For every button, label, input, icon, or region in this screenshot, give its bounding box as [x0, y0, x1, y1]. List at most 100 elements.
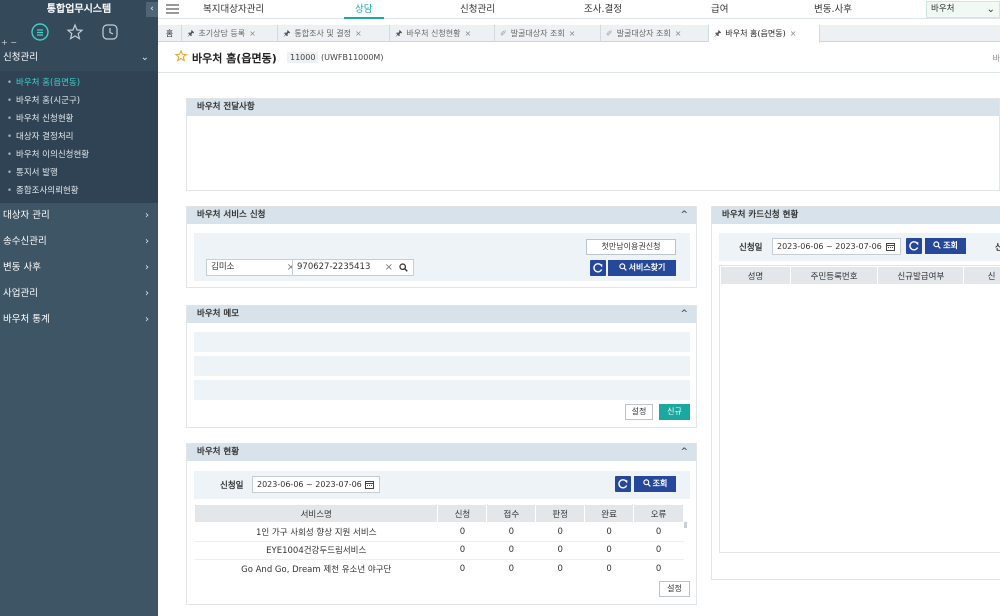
refresh-button[interactable] [906, 238, 922, 254]
calendar-icon[interactable] [365, 480, 374, 489]
date-range-input[interactable]: 2023-06-06 ~ 2023-07-06 [772, 238, 901, 255]
sidebar-menu-label: 대상자 관리 [3, 210, 50, 221]
clear-icon[interactable]: × [385, 260, 393, 275]
panel-header: 바우처 전달사항 [187, 99, 999, 116]
sidebar-item-voucher-home-sigungu[interactable]: • 바우처 홈(시군구) [0, 92, 158, 110]
table-cell: 0 [633, 559, 684, 576]
pin-icon: 🖈 [283, 29, 291, 38]
sidebar-item-label: 대상자 결정처리 [16, 132, 74, 142]
tab-home[interactable]: 홈 [158, 25, 182, 42]
table-row[interactable]: Go And Go, Dream 제천 유소년 야구단 0 0 0 0 0 [194, 559, 684, 576]
topnav-survey-decision[interactable]: 조사.결정 [584, 0, 622, 19]
system-title-text: 통합업무시스템 [46, 4, 112, 15]
close-icon[interactable]: × [675, 29, 682, 38]
collapse-toggle-icon[interactable]: ^ [680, 207, 688, 224]
find-service-button[interactable]: 서비스찾기 [608, 260, 676, 276]
favorite-star-icon[interactable] [175, 50, 187, 62]
collapse-toggle-icon[interactable]: ^ [680, 306, 688, 323]
close-icon[interactable]: × [569, 29, 576, 38]
table-cell: 0 [437, 541, 487, 560]
table-row[interactable]: EYE1004건강두드림서비스 0 0 0 0 0 [194, 541, 684, 560]
tab-integrated-survey[interactable]: 🖈 통합조사 및 결정 × [278, 25, 390, 42]
search-icon[interactable] [399, 263, 408, 272]
column-header[interactable]: 신 [963, 266, 1000, 285]
sidebar-collapse-button[interactable]: ‹ [146, 2, 158, 17]
column-header[interactable]: 신청 [437, 504, 488, 523]
memo-row[interactable] [194, 380, 690, 400]
memo-row[interactable] [194, 332, 690, 352]
page-header-right-text: 바 [992, 54, 1000, 63]
refresh-button[interactable] [590, 260, 606, 276]
business-select[interactable]: 바우처 ⌄ [926, 1, 1000, 18]
sidebar-menu-statistics[interactable]: 바우처 통계 › [0, 307, 158, 333]
sidebar-item-voucher-applications[interactable]: • 바우처 신청현황 [0, 110, 158, 128]
tab-label: 초기상담 등록 [198, 29, 246, 38]
table-cell: 0 [486, 559, 536, 576]
date-range-input[interactable]: 2023-06-06 ~ 2023-07-06 [252, 476, 380, 493]
refresh-icon [909, 241, 919, 251]
table-header-row: 성명 주민등록번호 신규발급여부 신 [720, 266, 1000, 285]
close-icon[interactable]: × [355, 29, 362, 38]
column-header[interactable]: 신규발급여부 [877, 266, 965, 285]
status-settings-button[interactable]: 설정 [659, 581, 690, 597]
column-header[interactable]: 오류 [633, 504, 684, 523]
tab-discovered-target-1[interactable]: ✐ 발굴대상자 조회 × [495, 25, 601, 42]
column-header[interactable]: 서비스명 [194, 504, 439, 523]
column-header[interactable]: 주민등록번호 [789, 266, 879, 285]
sidebar-item-notice-issue[interactable]: • 통지서 발행 [0, 164, 158, 182]
sidebar-item-voucher-home-eup[interactable]: • 바우처 홈(읍면동) [0, 74, 158, 92]
topnav-application[interactable]: 신청관리 [460, 0, 495, 19]
memo-new-button[interactable]: 신규 [659, 404, 690, 420]
column-header[interactable]: 접수 [486, 504, 537, 523]
sidebar-menu-target-management[interactable]: 대상자 관리 › [0, 203, 158, 229]
close-icon[interactable]: × [464, 29, 471, 38]
tab-label: 바우처 신청현황 [406, 29, 461, 38]
first-meeting-voucher-button[interactable]: 첫만남이용권신청 [586, 239, 676, 255]
name-input[interactable]: 김미소 × [206, 259, 300, 276]
tab-voucher-applications[interactable]: 🖈 바우처 신청현황 × [390, 25, 495, 42]
service-name-cell: Go And Go, Dream 제천 유소년 야구단 [194, 559, 438, 576]
table-row[interactable]: 1인 가구 사회성 향상 지원 서비스 0 0 0 0 0 [194, 522, 684, 542]
topnav-active-indicator [344, 17, 384, 19]
card-search-button[interactable]: 조회 [925, 238, 966, 254]
collapse-toggle-icon[interactable]: ^ [680, 444, 688, 461]
refresh-button[interactable] [615, 476, 631, 492]
sidebar-item-survey-request[interactable]: • 종합조사의뢰현황 [0, 182, 158, 200]
hamburger-menu-icon[interactable] [166, 3, 179, 15]
column-header[interactable]: 판정 [535, 504, 586, 523]
sidebar-item-target-decision[interactable]: • 대상자 결정처리 [0, 128, 158, 146]
sidebar-menu-transmission[interactable]: 송수신관리 › [0, 229, 158, 255]
table-cell: 0 [633, 541, 684, 560]
sidebar-menu-application[interactable]: 신청관리 ⌄ [0, 45, 158, 71]
topnav-welfare-target[interactable]: 복지대상자관리 [203, 0, 264, 19]
tab-discovered-target-2[interactable]: ✐ 발굴대상자 조회 × [601, 25, 709, 42]
memo-row[interactable] [194, 356, 690, 376]
sidebar-menu-business[interactable]: 사업관리 › [0, 281, 158, 307]
topnav-benefits[interactable]: 급여 [711, 0, 728, 19]
sidebar-menu-changes[interactable]: 변동 사후 › [0, 255, 158, 281]
table-cell: 0 [437, 522, 487, 542]
history-clock-icon[interactable] [101, 23, 119, 41]
calendar-icon[interactable] [886, 242, 895, 251]
sidebar-item-voucher-objection[interactable]: • 바우처 이의신청현황 [0, 146, 158, 164]
tab-voucher-home-eup[interactable]: 🖈 바우처 홈(읍면동) × [709, 25, 820, 43]
pin-icon: 🖈 [395, 29, 403, 38]
panel-title: 바우처 카드신청 현황 [722, 210, 799, 220]
tab-label: 통합조사 및 결정 [294, 29, 352, 38]
table-scrollbar[interactable] [684, 522, 687, 528]
close-icon[interactable]: × [249, 29, 256, 38]
rrn-input[interactable]: 970627-2235413 × [292, 259, 414, 276]
status-search-button[interactable]: 조회 [634, 476, 676, 492]
table-cell: 0 [633, 522, 684, 542]
column-header[interactable]: 완료 [584, 504, 635, 523]
column-header[interactable]: 성명 [720, 266, 791, 285]
memo-settings-button[interactable]: 설정 [625, 404, 653, 420]
panel-header: 바우처 서비스 신청 ^ [187, 207, 696, 224]
close-icon[interactable]: × [790, 29, 797, 38]
favorite-star-icon[interactable] [66, 23, 84, 41]
topnav-changes[interactable]: 변동.사후 [814, 0, 852, 19]
chevron-right-icon: › [145, 236, 149, 247]
menu-list-icon[interactable] [31, 23, 49, 41]
tab-initial-consultation[interactable]: 🖈 초기상담 등록 × [182, 25, 278, 42]
sidebar-iconbar: + − [0, 19, 158, 47]
